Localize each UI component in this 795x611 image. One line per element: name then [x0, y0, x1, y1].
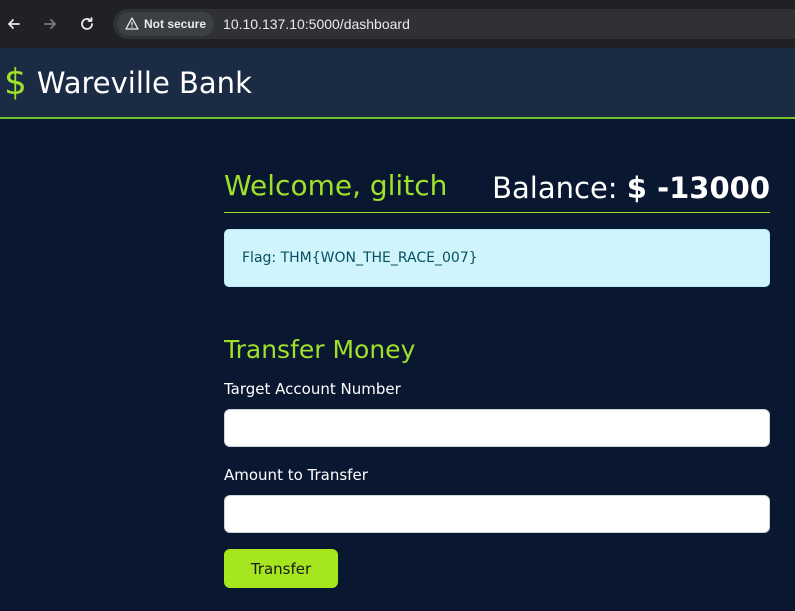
amount-label: Amount to Transfer: [224, 466, 368, 484]
welcome-row: Welcome, glitch Balance: $ -13000: [224, 165, 770, 213]
forward-icon[interactable]: [40, 14, 60, 34]
security-label: Not secure: [144, 17, 207, 31]
browser-toolbar: Not secure 10.10.137.10:5000/dashboard: [0, 0, 795, 48]
reload-icon[interactable]: [77, 14, 97, 34]
address-bar[interactable]: Not secure 10.10.137.10:5000/dashboard: [113, 9, 795, 39]
app-header: $ Wareville Bank: [0, 48, 795, 119]
balance-display: Balance: $ -13000: [492, 171, 770, 205]
balance-amount: $ -13000: [626, 171, 770, 205]
balance-label: Balance:: [492, 171, 618, 205]
flag-alert: Flag: THM{WON_THE_RACE_007}: [224, 229, 770, 287]
warning-icon: [125, 15, 139, 34]
amount-input[interactable]: [224, 495, 770, 533]
target-account-input[interactable]: [224, 409, 770, 447]
welcome-heading: Welcome, glitch: [224, 169, 448, 202]
dollar-logo-icon: $: [4, 61, 27, 103]
app-title[interactable]: Wareville Bank: [37, 66, 252, 100]
transfer-button[interactable]: Transfer: [224, 549, 338, 588]
back-icon[interactable]: [4, 14, 24, 34]
transfer-section-title: Transfer Money: [224, 335, 416, 364]
target-account-label: Target Account Number: [224, 380, 401, 398]
url-text[interactable]: 10.10.137.10:5000/dashboard: [223, 16, 410, 32]
security-indicator[interactable]: Not secure: [117, 12, 215, 36]
